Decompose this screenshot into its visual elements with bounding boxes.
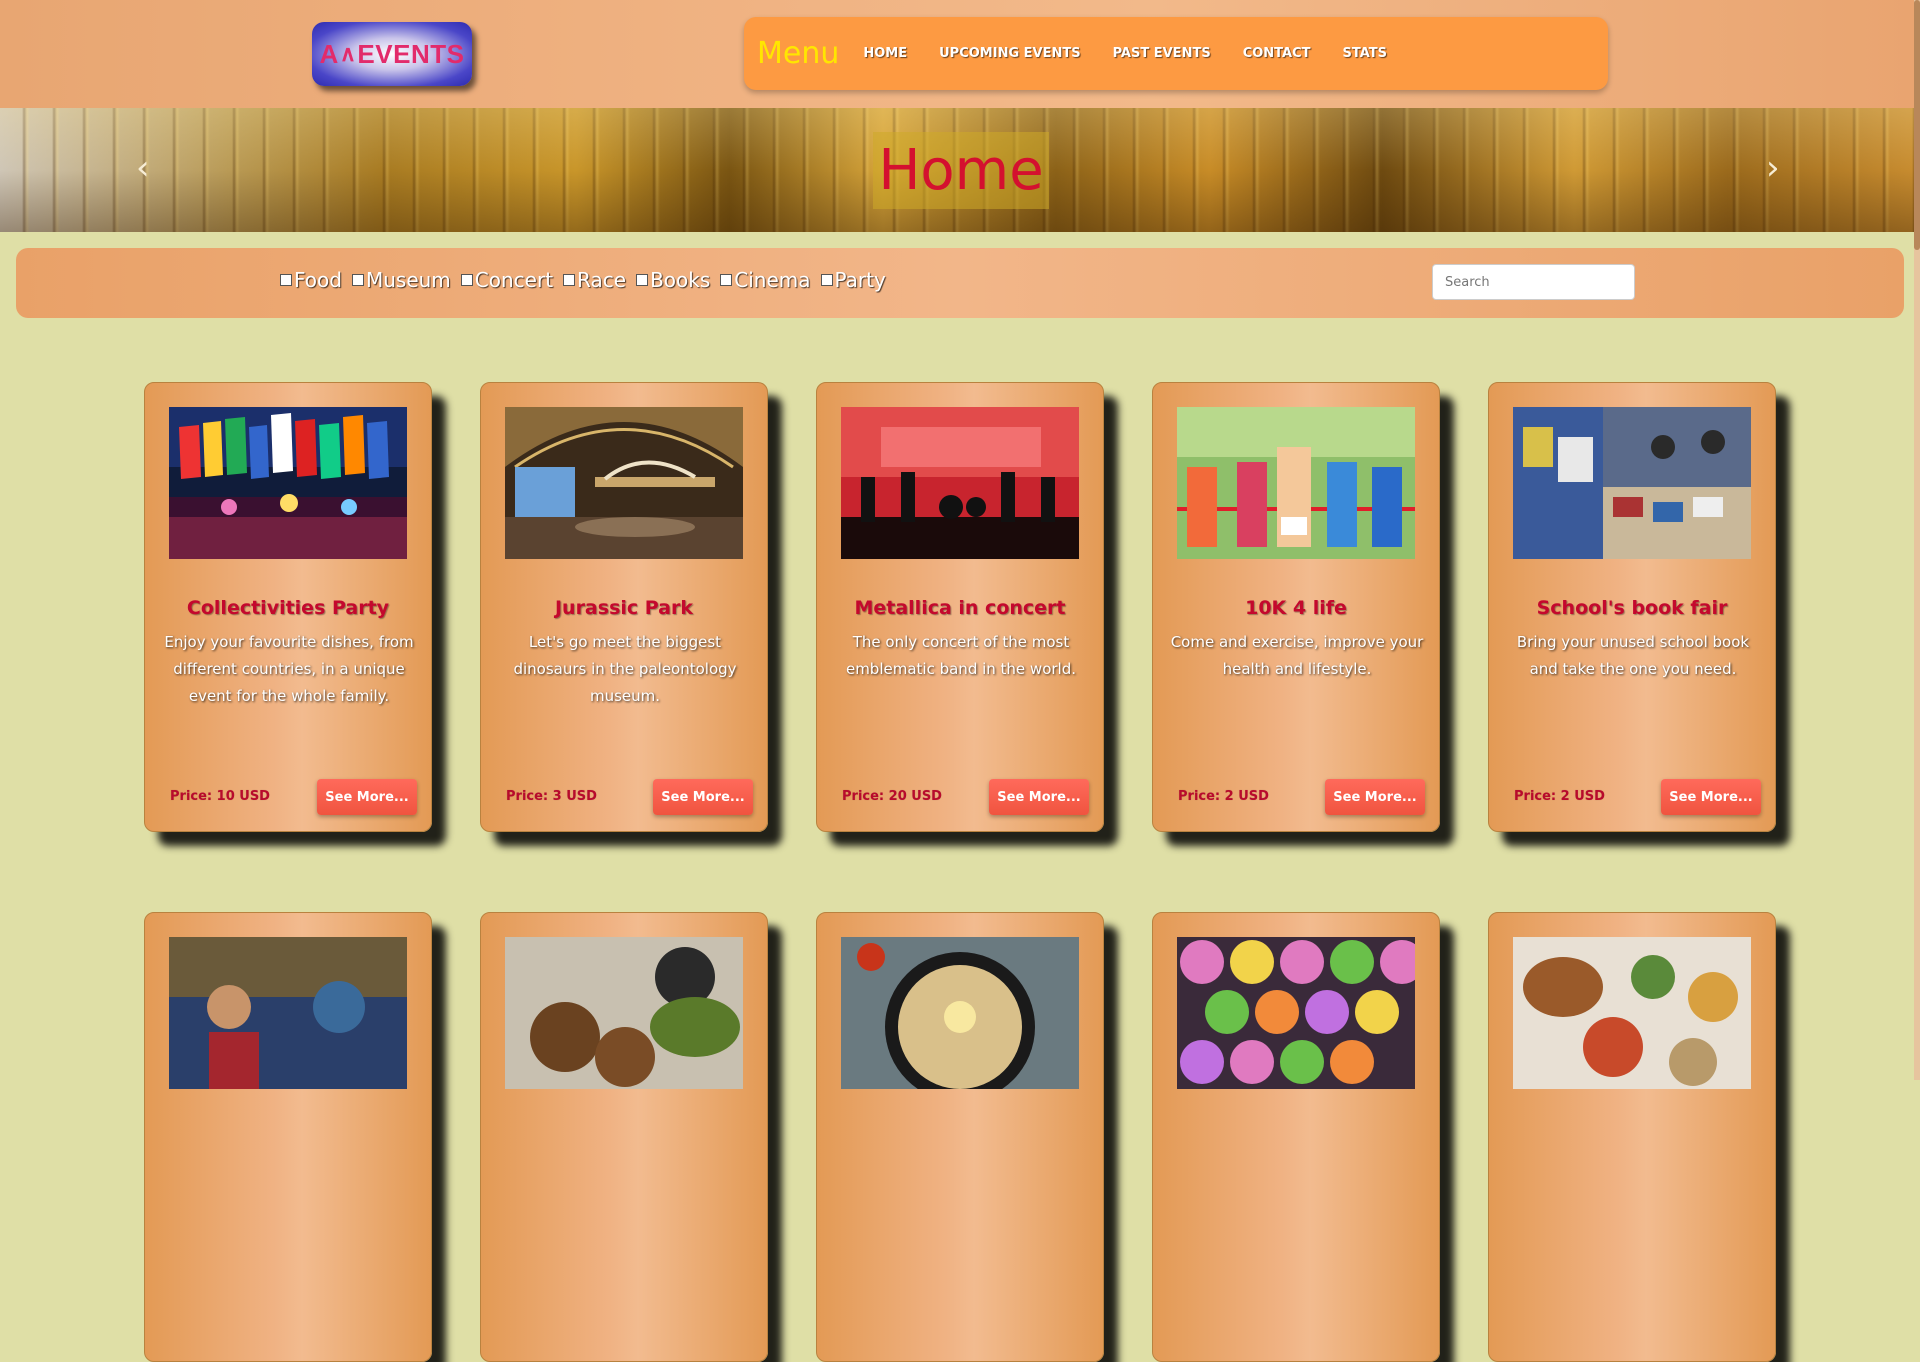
- event-image-bibimbap: [841, 937, 1079, 1089]
- event-card: [480, 912, 768, 1362]
- see-more-button[interactable]: See More...: [989, 779, 1089, 815]
- see-more-button[interactable]: See More...: [1325, 779, 1425, 815]
- event-card: Metallica in concert The only concert of…: [816, 382, 1104, 832]
- logo-text: EVENTS: [357, 38, 465, 69]
- event-image-party: [169, 407, 407, 559]
- event-card: 10K 4 life Come and exercise, improve yo…: [1152, 382, 1440, 832]
- nav-link-home[interactable]: HOME: [863, 46, 907, 61]
- event-card: Collectivities Party Enjoy your favourit…: [144, 382, 432, 832]
- page-scrollbar[interactable]: [1914, 0, 1920, 1080]
- event-title: Metallica in concert: [854, 597, 1066, 619]
- hero-carousel: ‹ › Home: [0, 108, 1920, 232]
- see-more-button[interactable]: See More...: [1661, 779, 1761, 815]
- nav-link-upcoming-events[interactable]: UPCOMING EVENTS: [939, 46, 1080, 61]
- filter-museum[interactable]: Museum: [351, 268, 451, 292]
- site-logo[interactable]: A ∧ EVENTS: [312, 22, 472, 86]
- event-image-race: [1177, 407, 1415, 559]
- filter-label: Cinema: [734, 268, 811, 292]
- event-card: School's book fair Bring your unused sch…: [1488, 382, 1776, 832]
- event-title: 10K 4 life: [1245, 597, 1347, 619]
- filter-bar: Food Museum Concert Race Books Cinema Pa…: [16, 248, 1904, 318]
- filter-food[interactable]: Food: [280, 268, 342, 292]
- checkbox[interactable]: [720, 274, 733, 286]
- event-price: Price: 3 USD: [506, 789, 597, 804]
- see-more-button[interactable]: See More...: [653, 779, 753, 815]
- filter-concert[interactable]: Concert: [460, 268, 554, 292]
- event-description: Come and exercise, improve your health a…: [1170, 633, 1424, 678]
- filter-party[interactable]: Party: [820, 268, 886, 292]
- event-description: Bring your unused school book and take t…: [1516, 633, 1750, 678]
- filter-cinema[interactable]: Cinema: [720, 268, 811, 292]
- nav-link-contact[interactable]: CONTACT: [1243, 46, 1311, 61]
- event-description: Let's go meet the biggest dinosaurs in t…: [513, 633, 737, 705]
- checkbox[interactable]: [351, 274, 364, 286]
- site-header: A ∧ EVENTS Menu HOME UPCOMING EVENTS PAST …: [0, 0, 1920, 108]
- scrollbar-thumb[interactable]: [1914, 0, 1920, 250]
- event-image-book-fair: [1513, 407, 1751, 559]
- logo-mark: ∧: [339, 41, 357, 66]
- category-filters: Food Museum Concert Race Books Cinema Pa…: [280, 268, 896, 292]
- event-card: [1152, 912, 1440, 1362]
- filter-label: Race: [577, 268, 627, 292]
- filter-books[interactable]: Books: [636, 268, 710, 292]
- nav-link-past-events[interactable]: PAST EVENTS: [1113, 46, 1211, 61]
- logo-letter: A: [319, 38, 339, 69]
- carousel-next-icon[interactable]: ›: [1766, 151, 1786, 185]
- event-price: Price: 20 USD: [842, 789, 942, 804]
- filter-label: Museum: [365, 268, 451, 292]
- event-description: Enjoy your favourite dishes, from differ…: [164, 633, 414, 705]
- event-image-sushi: [1177, 937, 1415, 1089]
- page-title: Home: [878, 138, 1044, 203]
- event-image-movie: [169, 937, 407, 1089]
- checkbox[interactable]: [280, 274, 292, 286]
- event-card: Jurassic Park Let's go meet the biggest …: [480, 382, 768, 832]
- carousel-prev-icon[interactable]: ‹: [136, 151, 156, 185]
- checkbox[interactable]: [460, 274, 473, 286]
- see-more-button[interactable]: See More...: [317, 779, 417, 815]
- event-price: Price: 2 USD: [1178, 789, 1269, 804]
- event-card: [816, 912, 1104, 1362]
- filter-label: Food: [294, 268, 342, 292]
- filter-label: Books: [650, 268, 711, 292]
- checkbox[interactable]: [563, 274, 576, 286]
- event-image-concert: [841, 407, 1079, 559]
- event-price: Price: 10 USD: [170, 789, 270, 804]
- event-title: School's book fair: [1536, 597, 1728, 619]
- event-card: [1488, 912, 1776, 1362]
- event-price: Price: 2 USD: [1514, 789, 1605, 804]
- search-input[interactable]: [1432, 264, 1635, 300]
- event-image-dinosaur-museum: [505, 407, 743, 559]
- event-image-falafel: [505, 937, 743, 1089]
- hero-title-box: Home: [873, 132, 1049, 209]
- event-title: Jurassic Park: [554, 597, 694, 619]
- checkbox[interactable]: [636, 274, 649, 286]
- menu-title: Menu: [757, 36, 840, 71]
- event-title: Collectivities Party: [186, 597, 390, 619]
- event-card: [144, 912, 432, 1362]
- filter-label: Concert: [474, 268, 554, 292]
- event-description: The only concert of the most emblematic …: [845, 633, 1077, 678]
- event-image-mixed-dishes: [1513, 937, 1751, 1089]
- checkbox[interactable]: [820, 274, 833, 286]
- filter-label: Party: [834, 268, 886, 292]
- nav-link-stats[interactable]: STATS: [1343, 46, 1388, 61]
- filter-race[interactable]: Race: [563, 268, 626, 292]
- main-nav: Menu HOME UPCOMING EVENTS PAST EVENTS CO…: [744, 17, 1608, 90]
